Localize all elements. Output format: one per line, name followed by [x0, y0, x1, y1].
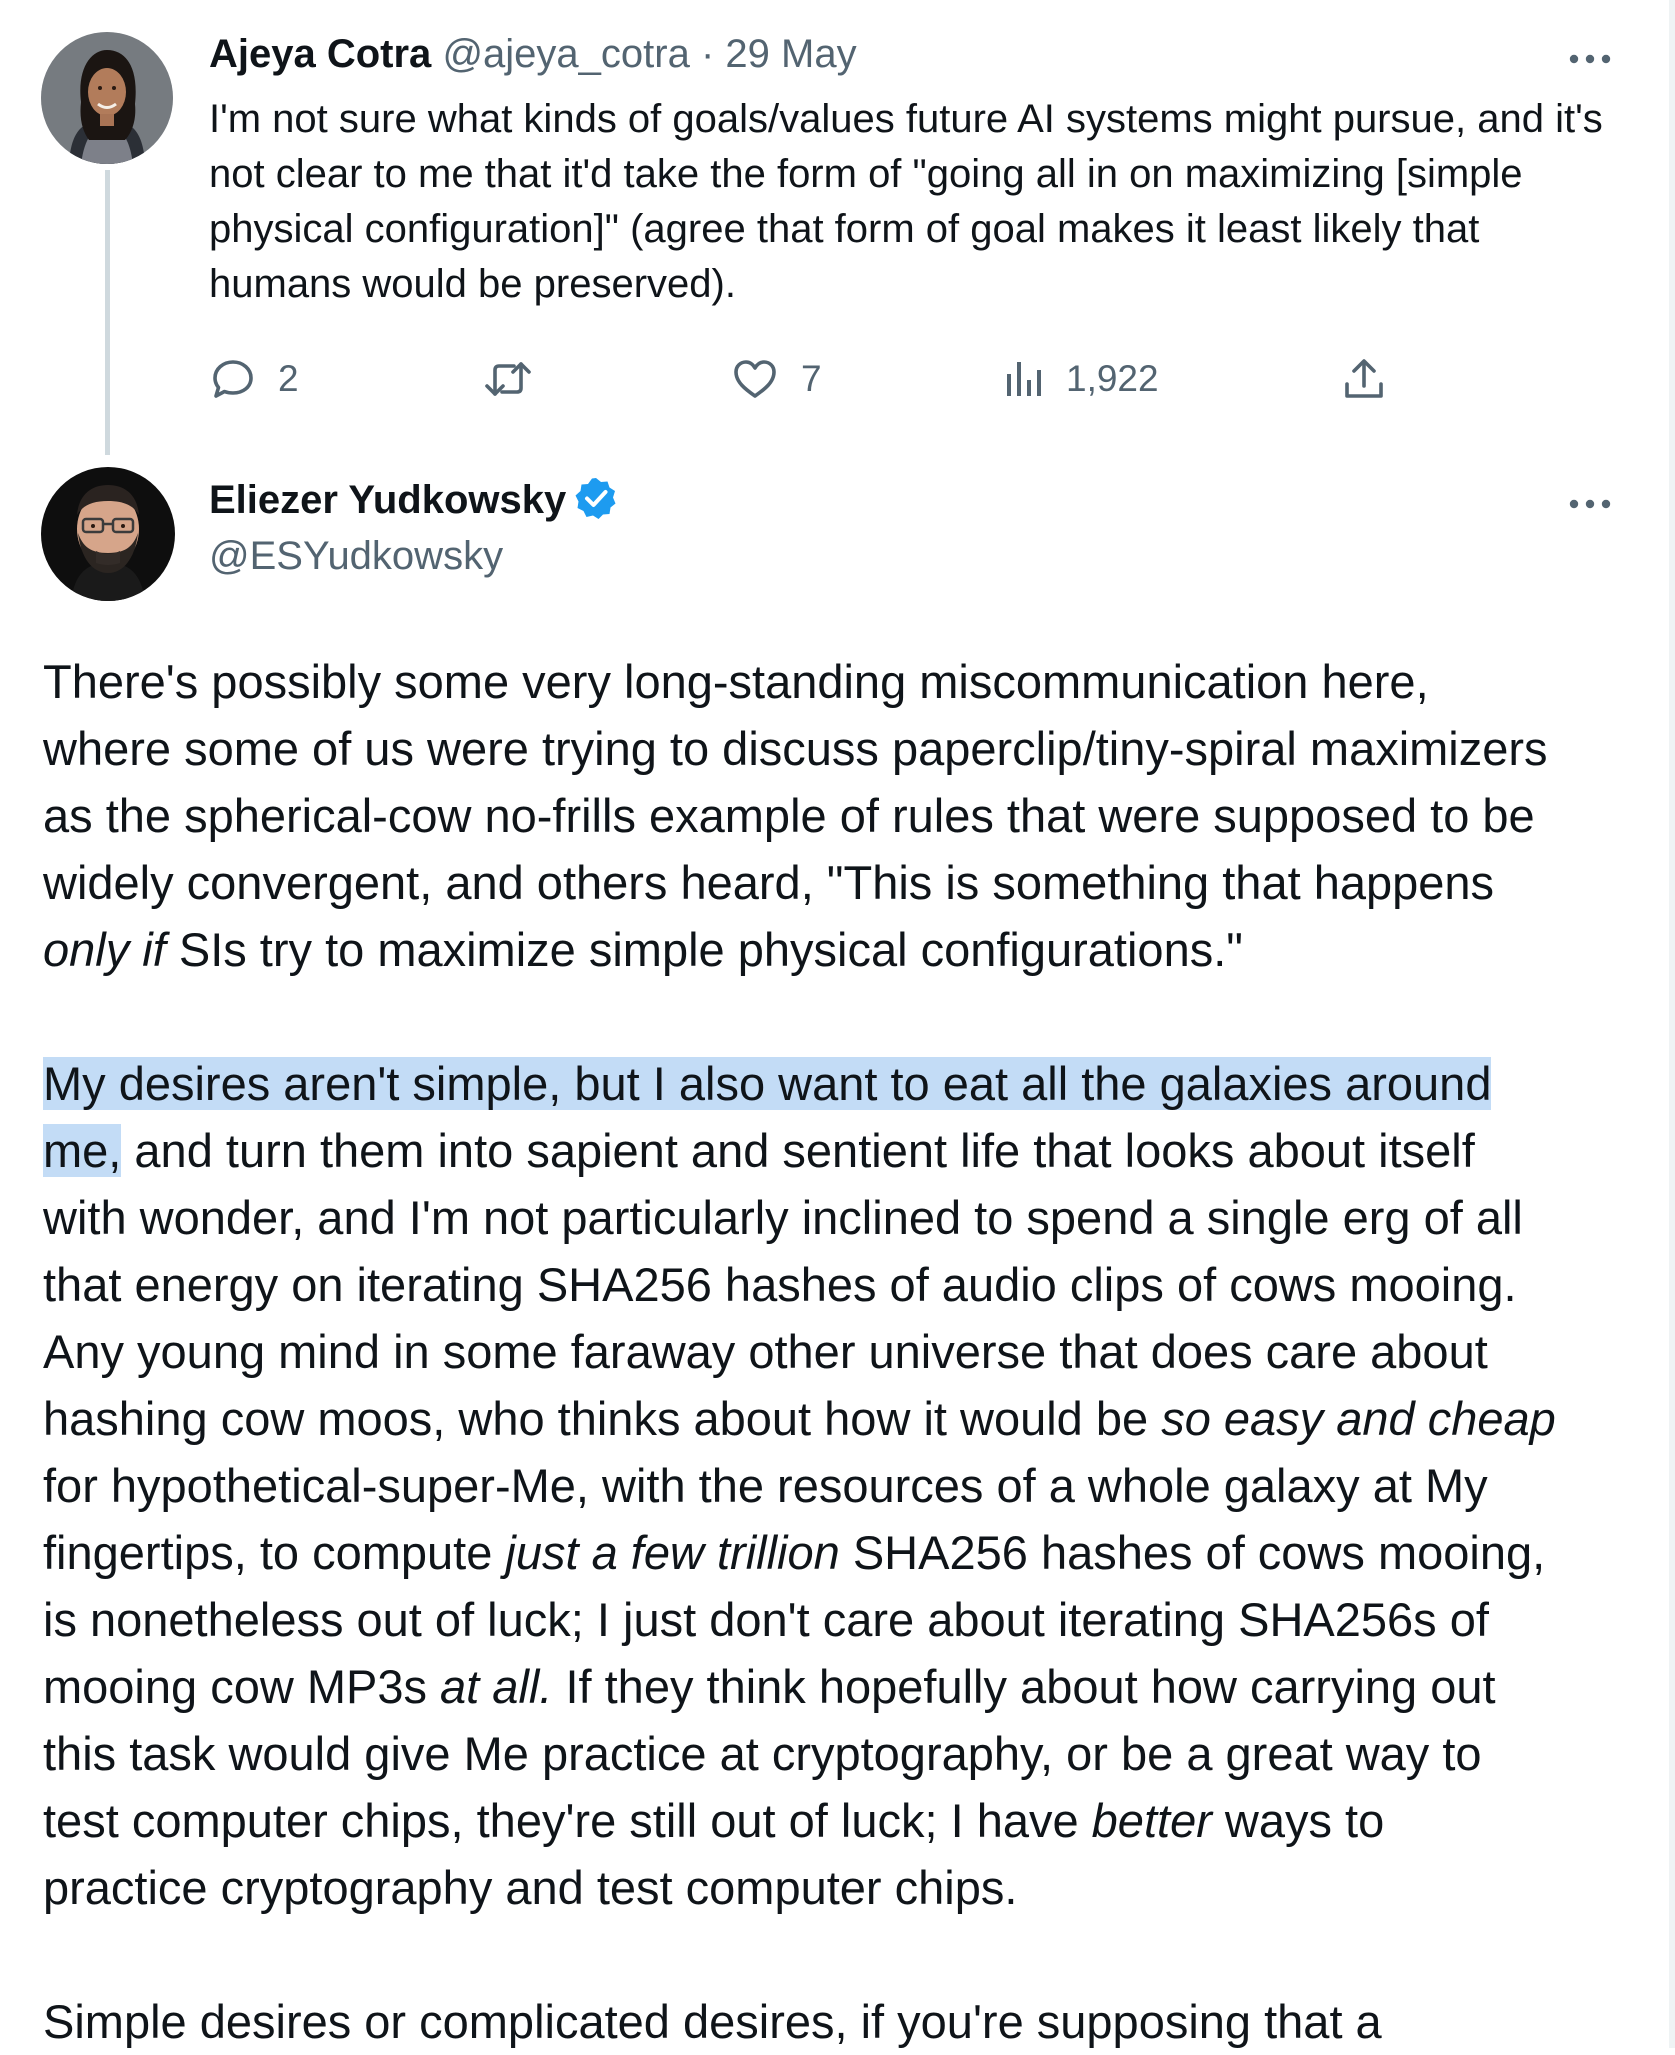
main-tweet-author-row: Eliezer Yudkowsky [209, 478, 618, 524]
thread-connector-line [105, 170, 110, 455]
author-name[interactable]: Eliezer Yudkowsky [209, 478, 566, 522]
retweet-button[interactable] [483, 354, 555, 404]
views-button[interactable]: 1,922 [1004, 354, 1159, 404]
avatar-eliezer-image [41, 467, 175, 601]
scrollbar-track [1669, 0, 1675, 2048]
emphasis-text: better [1091, 1794, 1212, 1847]
heart-icon [734, 360, 776, 398]
reply-bubble-icon [213, 360, 253, 398]
author-name[interactable]: Ajeya Cotra [209, 32, 431, 76]
view-count: 1,922 [1066, 358, 1159, 399]
reply-count: 2 [278, 358, 299, 399]
author-handle[interactable]: @ESYudkowsky [209, 534, 503, 579]
avatar[interactable] [41, 467, 175, 601]
verified-badge-icon[interactable] [574, 476, 618, 520]
more-dots-icon[interactable] [1567, 497, 1613, 511]
emphasis-text: so easy and cheap [1161, 1392, 1556, 1445]
reply-tweet-text: I'm not sure what kinds of goals/values … [209, 97, 1603, 306]
avatar[interactable] [41, 32, 173, 164]
tweet-paragraph-3: Simple desires or complicated desires, i… [43, 1988, 1663, 2055]
more-dots-icon[interactable] [1567, 52, 1613, 66]
like-count: 7 [801, 358, 822, 399]
share-button[interactable] [1342, 354, 1386, 404]
paragraph-text: There's possibly some very long-standing… [43, 655, 1548, 909]
author-handle[interactable]: @ajeya_cotra [442, 32, 689, 76]
paragraph-text: Simple desires or complicated desires, i… [43, 1995, 1382, 2048]
emphasis-text: just a few trillion [505, 1526, 840, 1579]
retweet-icon [485, 362, 531, 396]
views-bars-icon [1007, 362, 1041, 396]
avatar-ajeya-image [41, 32, 173, 164]
like-button[interactable]: 7 [731, 354, 822, 404]
main-tweet-text: There's possibly some very long-standing… [43, 648, 1663, 2055]
emphasis-text: only if [43, 923, 166, 976]
emphasis-text: at all. [440, 1660, 553, 1713]
tweet-paragraph-2: My desires aren't simple, but I also wan… [43, 1050, 1663, 1921]
tweet-date[interactable]: 29 May [725, 32, 856, 76]
header-separator: · [700, 32, 715, 76]
share-upload-icon [1345, 359, 1383, 398]
reply-tweet-header: Ajeya Cotra @ajeya_cotra · 29 May [209, 32, 857, 77]
paragraph-text: SIs try to maximize simple physical conf… [165, 923, 1243, 976]
reply-button[interactable]: 2 [210, 354, 299, 404]
tweet-paragraph-1: There's possibly some very long-standing… [43, 648, 1663, 983]
